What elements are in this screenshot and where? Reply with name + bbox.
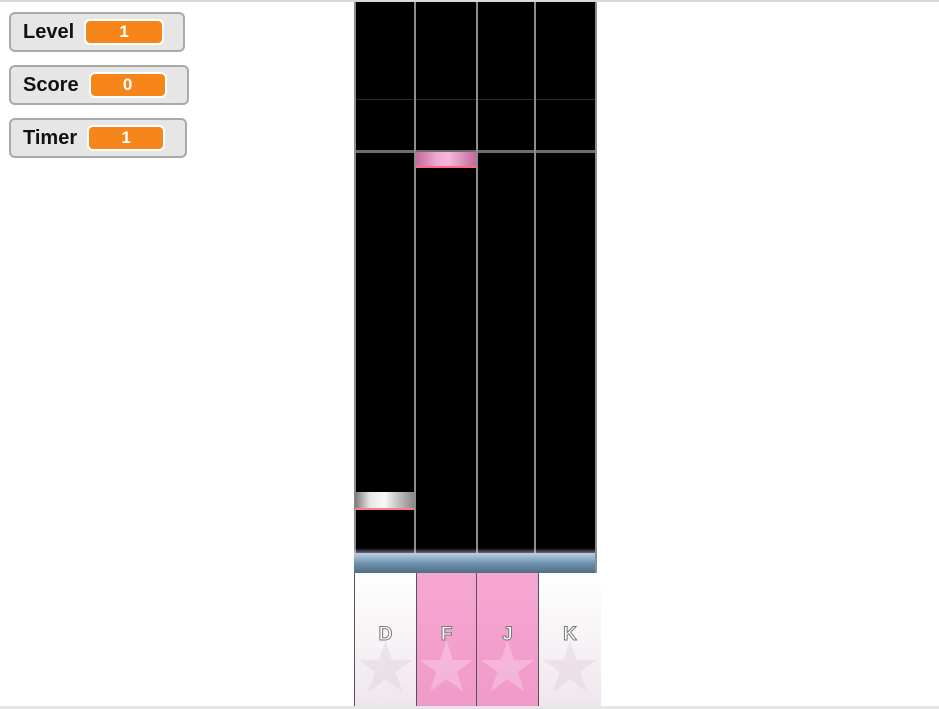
falling-note-pink xyxy=(416,152,476,168)
key-d[interactable]: ★ D xyxy=(354,573,417,706)
lane-divider xyxy=(534,2,536,573)
key-f-label: F xyxy=(440,623,453,645)
score-value: 0 xyxy=(88,72,167,98)
key-k-label: K xyxy=(563,623,578,645)
lane-divider xyxy=(354,2,356,573)
lane-divider xyxy=(414,2,416,573)
score-label: Score xyxy=(23,73,79,96)
key-d-label: D xyxy=(378,623,393,645)
timer-monitor: Timer 1 xyxy=(9,118,187,158)
level-monitor: Level 1 xyxy=(9,12,185,52)
key-k[interactable]: ★ K xyxy=(538,573,601,706)
timer-label: Timer xyxy=(23,126,78,149)
judgement-line xyxy=(354,553,595,573)
timer-value: 1 xyxy=(87,125,166,151)
key-f[interactable]: ★ F xyxy=(415,573,478,706)
level-value: 1 xyxy=(84,19,165,45)
score-monitor: Score 0 xyxy=(9,65,189,105)
falling-note-white xyxy=(355,492,414,510)
lane-divider xyxy=(595,2,597,573)
playfield xyxy=(354,2,597,573)
lane-divider xyxy=(476,2,478,573)
key-j[interactable]: ★ J xyxy=(476,573,539,706)
key-j-label: J xyxy=(502,623,514,645)
level-label: Level xyxy=(23,20,75,43)
